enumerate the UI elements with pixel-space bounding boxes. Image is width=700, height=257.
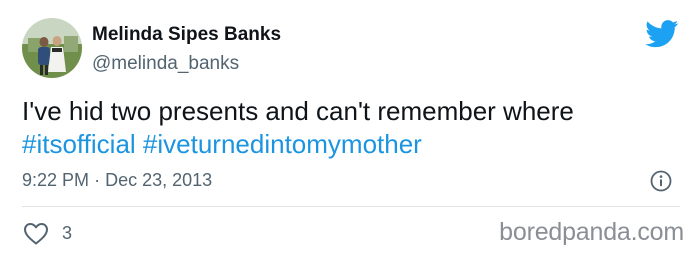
tweet-timestamp[interactable]: 9:22 PM · Dec 23, 2013 xyxy=(22,170,212,191)
hashtag-itsofficial[interactable]: #itsofficial xyxy=(22,129,136,159)
divider xyxy=(22,206,680,207)
author-name[interactable]: Melinda Sipes Banks xyxy=(92,24,281,46)
tweet-card: Melinda Sipes Banks @melinda_banks I've … xyxy=(0,0,700,257)
author-avatar[interactable] xyxy=(22,18,82,78)
info-icon[interactable] xyxy=(650,170,672,192)
tweet-date: Dec 23, 2013 xyxy=(105,170,213,190)
like-button[interactable]: 3 xyxy=(22,218,72,248)
twitter-bird-icon[interactable] xyxy=(645,20,679,48)
author-handle[interactable]: @melinda_banks xyxy=(92,53,239,75)
tweet-time: 9:22 PM xyxy=(22,170,90,190)
tweet-body: I've hid two presents and can't remember… xyxy=(22,96,574,126)
like-count: 3 xyxy=(62,222,73,243)
hashtag-iveturnedintomymother[interactable]: #iveturnedintomymother xyxy=(143,129,422,159)
timestamp-separator: · xyxy=(94,170,101,190)
heart-icon xyxy=(24,223,48,245)
tweet-text: I've hid two presents and can't remember… xyxy=(22,95,682,161)
watermark: boredpanda.com xyxy=(499,218,684,246)
